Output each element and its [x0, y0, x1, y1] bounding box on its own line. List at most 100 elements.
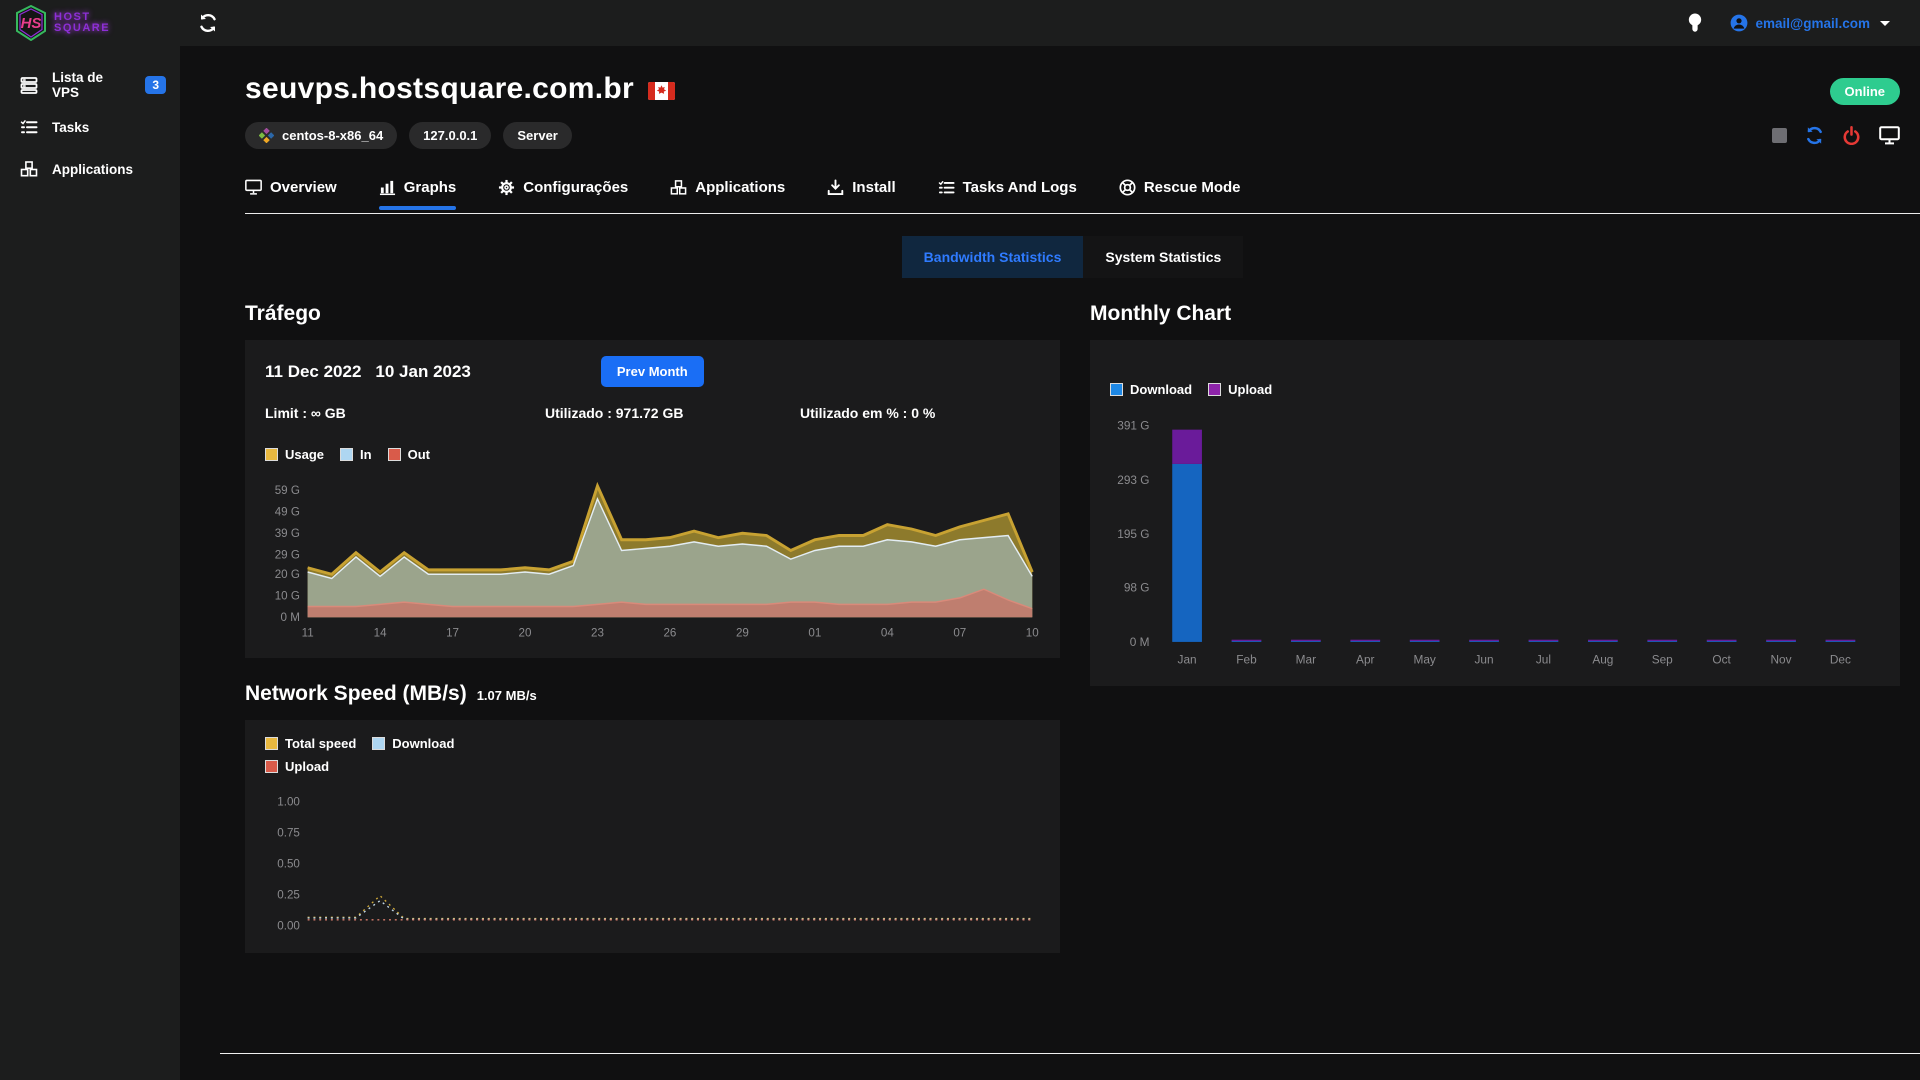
type-badge: Server — [503, 122, 571, 149]
svg-text:98 G: 98 G — [1124, 581, 1150, 595]
page-title: seuvps.hostsquare.com.br — [245, 72, 675, 106]
svg-text:39 G: 39 G — [275, 527, 300, 540]
bandwidth-statistics-button[interactable]: Bandwidth Statistics — [902, 236, 1084, 278]
charts-columns: Tráfego 11 Dec 2022 10 Jan 2023 Prev Mon… — [245, 302, 1900, 953]
monitor-icon — [245, 179, 262, 196]
cubes-icon — [20, 160, 38, 178]
speed-card: Total speed Download Upload 0.000.250.50… — [245, 720, 1060, 953]
sidebar-item-label: Lista de VPS — [52, 70, 131, 100]
svg-text:Jan: Jan — [1178, 653, 1197, 667]
download-icon — [827, 179, 844, 196]
legend-download: Download — [1110, 382, 1192, 397]
os-badge-label: centos-8-x86_64 — [282, 128, 383, 143]
monthly-column: Monthly Chart Download Upload 0 M98 G195… — [1090, 302, 1900, 686]
download-swatch — [1110, 383, 1123, 396]
right-pane: email@gmail.com seuvps.hostsquare.com.br… — [180, 0, 1920, 1080]
tab-label: Configurações — [523, 179, 628, 196]
traffic-stats-row: Limit : ∞ GB Utilizado : 971.72 GB Utili… — [265, 405, 1040, 421]
sidebar-item-label: Tasks — [52, 120, 89, 135]
svg-text:14: 14 — [374, 627, 387, 640]
monthly-card: Download Upload 0 M 98 G 195 G 293 G 391 G Ja… — [1090, 340, 1900, 686]
svg-text:29: 29 — [736, 627, 749, 640]
tab-configuracoes[interactable]: Configurações — [498, 179, 628, 200]
brand-line2: SQUARE — [54, 23, 110, 34]
footer-divider — [220, 1053, 1920, 1054]
tab-tasks-and-logs[interactable]: Tasks And Logs — [938, 179, 1077, 200]
svg-text:17: 17 — [446, 627, 459, 640]
svg-text:0 M: 0 M — [281, 611, 300, 624]
tabs-divider — [245, 213, 1920, 214]
power-off-button[interactable] — [1842, 126, 1861, 145]
brand-abbr: HS — [21, 15, 42, 32]
gear-icon — [498, 179, 515, 196]
legend-label: Out — [408, 447, 430, 462]
svg-text:29 G: 29 G — [275, 549, 300, 562]
tab-rescue-mode[interactable]: Rescue Mode — [1119, 179, 1241, 200]
svg-text:26: 26 — [663, 627, 676, 640]
cubes-icon — [670, 179, 687, 196]
sidebar: HS HOST SQUARE Lista de VPS 3 — [0, 0, 180, 1080]
legend-in: In — [340, 447, 372, 462]
legend-label: Usage — [285, 447, 324, 462]
svg-text:59 G: 59 G — [275, 484, 300, 497]
traffic-area-chart: 0 M10 G20 G29 G39 G49 G59 G1114172023262… — [265, 470, 1040, 642]
traffic-legend: Usage In Out — [265, 447, 1040, 462]
power-icon — [1842, 126, 1861, 145]
svg-text:391 G: 391 G — [1117, 419, 1149, 433]
svg-text:Oct: Oct — [1712, 653, 1731, 667]
refresh-page-button[interactable] — [198, 13, 218, 33]
in-swatch — [340, 448, 353, 461]
theme-toggle-button[interactable] — [1686, 12, 1704, 34]
tab-applications[interactable]: Applications — [670, 179, 785, 200]
stats-toggle: Bandwidth Statistics System Statistics — [245, 236, 1900, 278]
tab-label: Tasks And Logs — [963, 179, 1077, 196]
tab-bar: Overview Graphs Configurações Applicatio… — [245, 179, 1900, 200]
out-swatch — [388, 448, 401, 461]
legend-label: Download — [392, 736, 454, 751]
usage-swatch — [265, 448, 278, 461]
user-menu[interactable]: email@gmail.com — [1730, 14, 1890, 32]
server-meta-row: centos-8-x86_64 127.0.0.1 Server — [245, 122, 1900, 149]
console-button[interactable] — [1879, 126, 1900, 145]
svg-text:0 M: 0 M — [1130, 635, 1150, 649]
sidebar-item-vps-list[interactable]: Lista de VPS 3 — [0, 64, 180, 106]
server-actions — [1772, 126, 1900, 145]
speed-heading-text: Network Speed (MB/s) — [245, 682, 467, 706]
stop-server-button[interactable] — [1772, 128, 1787, 143]
svg-text:01: 01 — [808, 627, 821, 640]
main-content: seuvps.hostsquare.com.br Online — [180, 46, 1920, 1080]
svg-text:Mar: Mar — [1296, 653, 1316, 667]
monthly-legend: Download Upload — [1110, 382, 1880, 397]
tab-install[interactable]: Install — [827, 179, 895, 200]
sidebar-item-applications[interactable]: Applications — [0, 148, 180, 190]
restart-server-button[interactable] — [1805, 126, 1824, 145]
system-statistics-button[interactable]: System Statistics — [1083, 236, 1243, 278]
os-badge: centos-8-x86_64 — [245, 122, 397, 149]
svg-text:0.50: 0.50 — [277, 858, 300, 871]
total-speed-swatch — [265, 737, 278, 750]
svg-text:293 G: 293 G — [1117, 473, 1149, 487]
traffic-card: 11 Dec 2022 10 Jan 2023 Prev Month Limit… — [245, 340, 1060, 658]
sync-icon — [198, 13, 218, 33]
server-header: seuvps.hostsquare.com.br Online — [245, 72, 1900, 106]
upload-swatch — [1208, 383, 1221, 396]
svg-text:Sep: Sep — [1652, 653, 1673, 667]
lightbulb-icon — [1686, 12, 1704, 34]
speed-legend-row: Upload — [265, 759, 1040, 774]
date-from: 11 Dec 2022 — [265, 362, 361, 382]
user-circle-icon — [1730, 14, 1748, 32]
date-to: 10 Jan 2023 — [375, 362, 470, 382]
svg-text:May: May — [1413, 653, 1435, 667]
vps-count-badge: 3 — [145, 76, 166, 94]
prev-month-button[interactable]: Prev Month — [601, 356, 704, 387]
tab-overview[interactable]: Overview — [245, 179, 337, 200]
status-badge: Online — [1830, 78, 1900, 105]
tab-label: Overview — [270, 179, 337, 196]
sidebar-item-tasks[interactable]: Tasks — [0, 106, 180, 148]
tab-graphs[interactable]: Graphs — [379, 179, 457, 200]
svg-text:10: 10 — [1026, 627, 1039, 640]
svg-text:195 G: 195 G — [1117, 527, 1149, 541]
canada-flag-icon — [648, 82, 675, 100]
legend-total-speed: Total speed — [265, 736, 356, 751]
tab-label: Rescue Mode — [1144, 179, 1241, 196]
